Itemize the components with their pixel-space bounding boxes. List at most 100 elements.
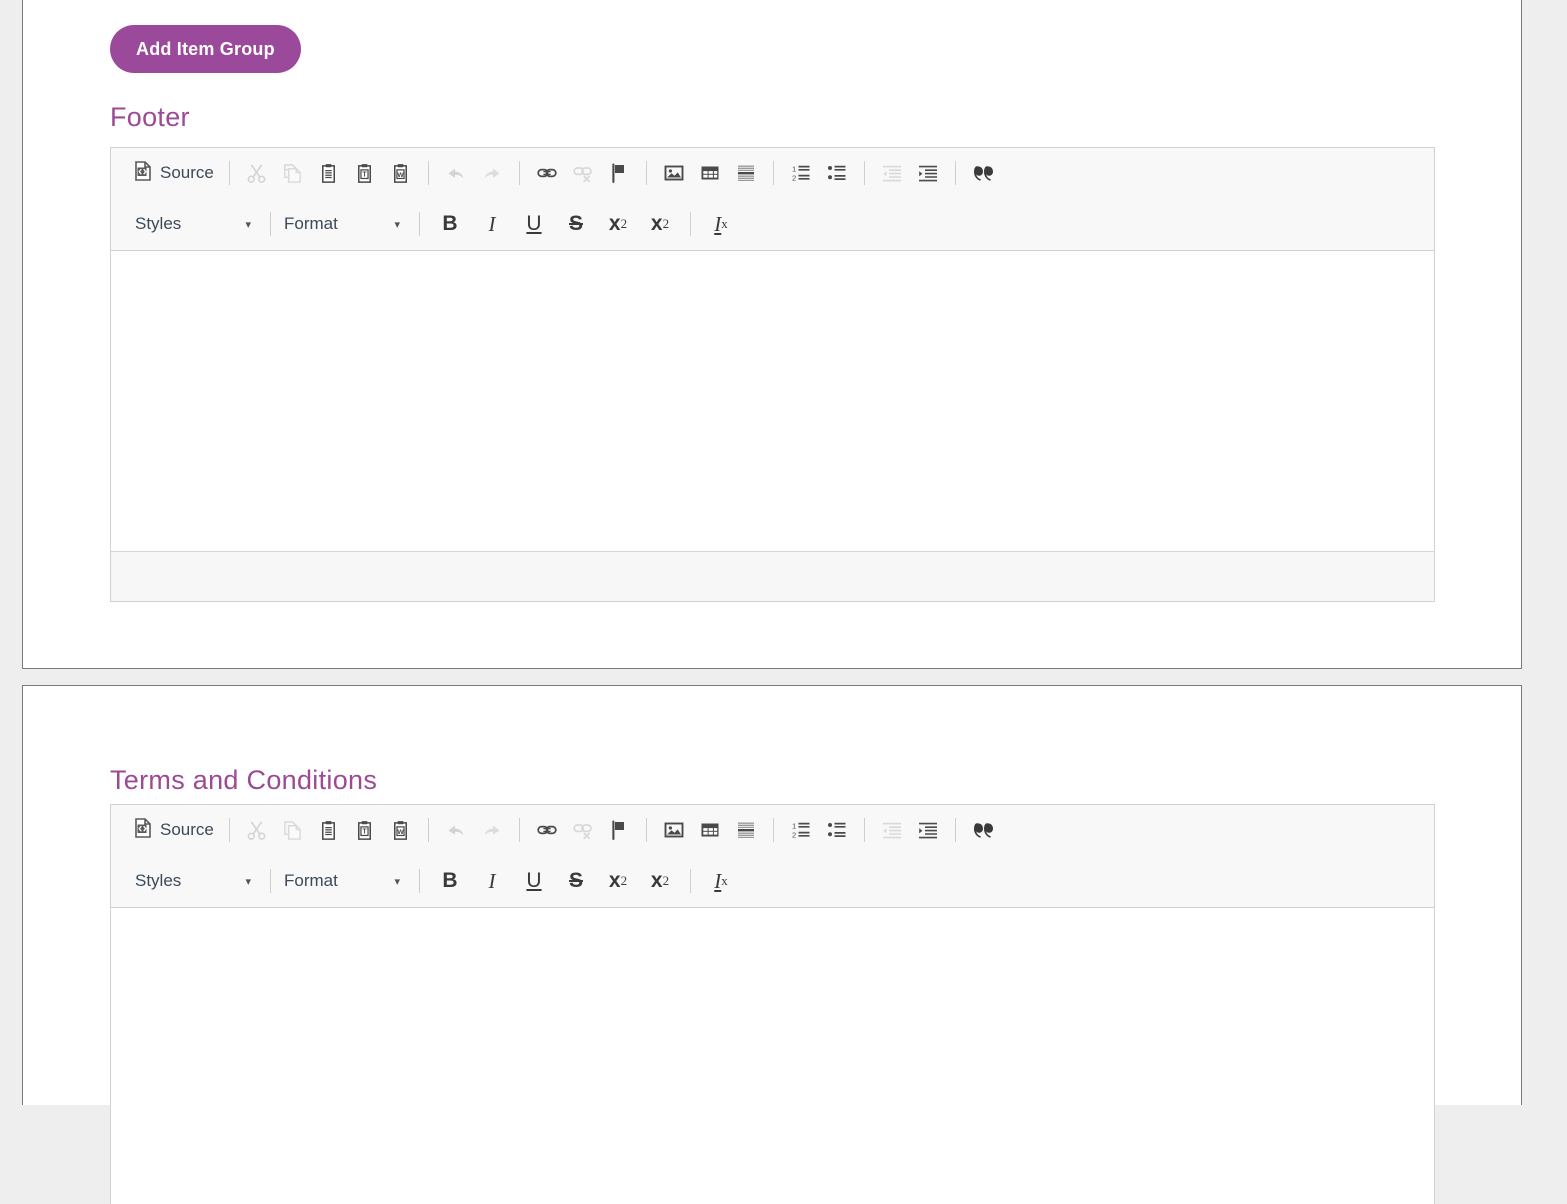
paste-as-text-button[interactable]: T — [347, 813, 383, 847]
indent-button[interactable] — [910, 813, 946, 847]
table-button[interactable] — [692, 813, 728, 847]
horizontal-rule-button[interactable] — [728, 156, 764, 190]
quote-icon — [971, 162, 995, 184]
superscript-button[interactable]: x2 — [639, 207, 681, 241]
undo-arrow-icon — [445, 819, 467, 841]
copy-button[interactable] — [275, 813, 311, 847]
format-dropdown[interactable]: Format ▾ — [280, 207, 410, 241]
horizontal-rule-button[interactable] — [728, 813, 764, 847]
paste-from-word-button[interactable]: W — [383, 813, 419, 847]
copy-button[interactable] — [275, 156, 311, 190]
footer-rich-text-editor: Source T W 1 2 Styles ▾ Format ▾ B I U S… — [110, 147, 1435, 602]
toolbar-separator — [419, 212, 420, 236]
strikethrough-button[interactable]: S — [555, 864, 597, 898]
anchor-button[interactable] — [601, 813, 637, 847]
unlink-button[interactable] — [565, 813, 601, 847]
editor-toolbar-row-2: Styles ▾ Format ▾ B I U S x 2 x 2 I x — [111, 855, 1434, 907]
subscript-glyph: x — [608, 869, 621, 892]
toolbar-separator — [419, 869, 420, 893]
toolbar-separator — [645, 818, 647, 842]
outdent-button[interactable] — [874, 813, 910, 847]
numbered-list-button[interactable]: 1 2 — [783, 813, 819, 847]
svg-text:2: 2 — [792, 830, 796, 839]
outdent-button[interactable] — [874, 156, 910, 190]
chevron-down-icon: ▾ — [394, 875, 400, 888]
subscript-affix: 2 — [620, 873, 628, 888]
paste-from-word-button[interactable]: W — [383, 156, 419, 190]
toolbar-separator — [228, 161, 230, 185]
bold-glyph: B — [442, 869, 458, 892]
link-button[interactable] — [529, 156, 565, 190]
remove-format-button[interactable]: Ix — [700, 864, 742, 898]
bulleted-list-button[interactable] — [819, 813, 855, 847]
styles-dropdown-label: Styles — [135, 871, 182, 890]
paste-button[interactable] — [311, 813, 347, 847]
underline-glyph: U — [526, 212, 542, 235]
table-button[interactable] — [692, 156, 728, 190]
terms-editor-content-area[interactable] — [111, 908, 1434, 1204]
paste-as-text-button[interactable]: T — [347, 156, 383, 190]
strikethrough-button[interactable]: S — [555, 207, 597, 241]
footer-section-card: Add Item Group Footer Source T W 1 2 Sty… — [22, 0, 1522, 669]
svg-text:2: 2 — [792, 173, 796, 182]
clipboard-text-icon: T — [354, 820, 375, 841]
source-button[interactable]: Source — [131, 813, 220, 847]
cut-button[interactable] — [239, 156, 275, 190]
decrease-indent-icon — [881, 162, 903, 184]
bold-button[interactable]: B — [429, 864, 471, 898]
unlink-button[interactable] — [565, 156, 601, 190]
cut-button[interactable] — [239, 813, 275, 847]
clipboard-icon — [318, 163, 339, 184]
toolbar-separator — [270, 212, 271, 236]
add-item-group-button[interactable]: Add Item Group — [110, 25, 301, 73]
numbered-list-button[interactable]: 1 2 — [783, 156, 819, 190]
link-button[interactable] — [529, 813, 565, 847]
italic-button[interactable]: I — [471, 207, 513, 241]
strikethrough-glyph: S — [568, 212, 583, 235]
flag-icon — [608, 819, 630, 841]
toolbar-separator — [863, 161, 865, 185]
editor-toolbar: Source T W 1 2 Styles ▾ Format ▾ B I U S… — [111, 148, 1434, 251]
italic-button[interactable]: I — [471, 864, 513, 898]
indent-button[interactable] — [910, 156, 946, 190]
styles-dropdown[interactable]: Styles ▾ — [131, 207, 261, 241]
toolbar-separator — [954, 161, 956, 185]
copy-icon — [282, 820, 303, 841]
source-button[interactable]: Source — [131, 156, 220, 190]
redo-button[interactable] — [474, 813, 510, 847]
chevron-down-icon: ▾ — [245, 875, 251, 888]
unlink-icon — [572, 162, 594, 184]
footer-editor-content-area[interactable] — [111, 251, 1434, 551]
image-button[interactable] — [656, 156, 692, 190]
bulleted-list-icon — [826, 819, 848, 841]
source-icon — [133, 160, 153, 186]
underline-button[interactable]: U — [513, 207, 555, 241]
subscript-button[interactable]: x2 — [597, 864, 639, 898]
undo-button[interactable] — [438, 156, 474, 190]
blockquote-button[interactable] — [965, 156, 1001, 190]
toolbar-separator — [645, 161, 647, 185]
scissors-icon — [246, 163, 267, 184]
format-dropdown[interactable]: Format ▾ — [280, 864, 410, 898]
bold-button[interactable]: B — [429, 207, 471, 241]
scissors-icon — [246, 820, 267, 841]
paste-button[interactable] — [311, 156, 347, 190]
blockquote-button[interactable] — [965, 813, 1001, 847]
anchor-button[interactable] — [601, 156, 637, 190]
redo-arrow-icon — [481, 819, 503, 841]
remove-format-button[interactable]: Ix — [700, 207, 742, 241]
subscript-button[interactable]: x2 — [597, 207, 639, 241]
clipboard-icon — [318, 820, 339, 841]
styles-dropdown[interactable]: Styles ▾ — [131, 864, 261, 898]
toolbar-separator — [690, 869, 691, 893]
increase-indent-icon — [917, 162, 939, 184]
undo-button[interactable] — [438, 813, 474, 847]
image-button[interactable] — [656, 813, 692, 847]
superscript-button[interactable]: x2 — [639, 864, 681, 898]
increase-indent-icon — [917, 819, 939, 841]
source-icon — [133, 817, 153, 843]
bulleted-list-button[interactable] — [819, 156, 855, 190]
source-label: Source — [160, 820, 214, 839]
redo-button[interactable] — [474, 156, 510, 190]
underline-button[interactable]: U — [513, 864, 555, 898]
